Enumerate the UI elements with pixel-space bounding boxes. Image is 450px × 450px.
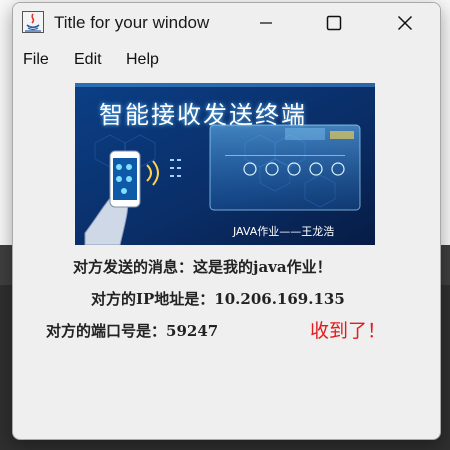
title-bar[interactable]: Title for your window: [13, 3, 440, 43]
ip-value: 10.206.169.135: [214, 290, 345, 308]
menu-help[interactable]: Help: [126, 51, 159, 69]
banner-caption: JAVA作业——王龙浩: [233, 225, 335, 238]
close-icon: [397, 15, 413, 31]
app-window: Title for your window File Edit Help 智能接…: [12, 2, 441, 440]
minimize-icon: [260, 22, 272, 24]
minimize-button[interactable]: [243, 3, 289, 43]
window-title: Title for your window: [54, 13, 210, 32]
maximize-icon: [326, 15, 342, 31]
message-label: 对方发送的消息：: [73, 258, 194, 276]
message-line: 对方发送的消息：这是我的java作业！: [73, 256, 332, 277]
banner-heading: 智能接收发送终端: [99, 101, 307, 129]
banner-image: 智能接收发送终端 JAVA作业——王龙浩: [75, 83, 375, 245]
close-button[interactable]: [382, 3, 428, 43]
maximize-button[interactable]: [311, 3, 357, 43]
menu-bar: File Edit Help: [13, 47, 440, 73]
message-value: 这是我的java作业！: [193, 258, 332, 276]
menu-edit[interactable]: Edit: [74, 51, 102, 69]
port-line: 对方的端口号是：59247: [46, 320, 218, 341]
received-status: 收到了！: [310, 320, 387, 342]
menu-file[interactable]: File: [23, 51, 49, 69]
port-value: 59247: [166, 322, 219, 340]
java-app-icon: [22, 11, 44, 33]
ip-line: 对方的IP地址是：10.206.169.135: [91, 288, 345, 309]
port-label: 对方的端口号是：: [46, 322, 167, 340]
ip-label: 对方的IP地址是：: [91, 290, 215, 308]
